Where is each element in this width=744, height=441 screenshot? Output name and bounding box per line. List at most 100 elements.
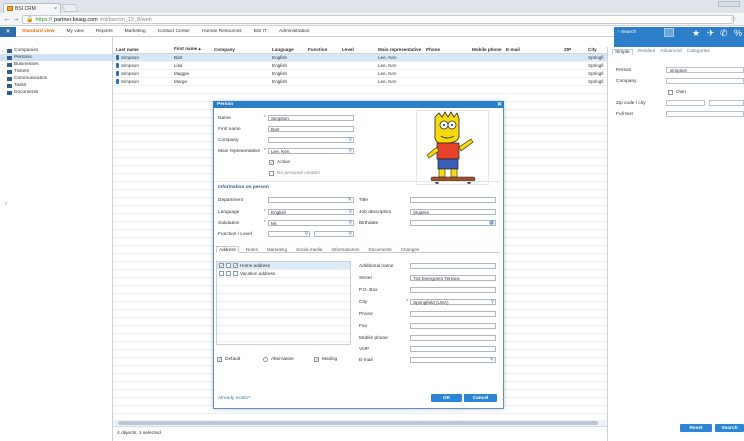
col-level[interactable]: Level	[339, 47, 375, 52]
sidebar-item-tickets[interactable]: › Tickets	[0, 68, 112, 75]
menu-bsi-it[interactable]: BSI IT	[248, 29, 273, 34]
address-checkbox[interactable]: ✓	[233, 263, 238, 268]
street-field[interactable]: 742 Evergreen Terrace	[410, 275, 496, 281]
col-main-representative[interactable]: Main representative	[375, 47, 423, 52]
search-icon[interactable]: ⚲	[348, 148, 353, 154]
edit-icon[interactable]: ✎	[348, 197, 353, 203]
address-checkbox[interactable]: ✓	[219, 263, 224, 268]
search-icon[interactable]: ⚲	[304, 231, 309, 237]
department-field[interactable]: ✎	[268, 197, 354, 203]
city-field[interactable]: Springfield (USA) ⚲	[410, 299, 496, 305]
col-phone[interactable]: Phone	[423, 47, 469, 52]
menu-marketing[interactable]: Marketing	[119, 29, 152, 34]
scrollbar-thumb[interactable]	[118, 421, 598, 425]
phone-icon[interactable]: ✆	[720, 28, 728, 39]
col-last-name[interactable]: Last name	[113, 47, 171, 52]
tab-notes[interactable]: Notes	[244, 247, 260, 252]
col-mobile-phone[interactable]: Mobile phone	[469, 47, 503, 52]
cancel-button[interactable]: Cancel	[464, 394, 497, 402]
tab-marketing[interactable]: Marketing	[265, 247, 289, 252]
tab-categories[interactable]: Categories	[687, 49, 710, 55]
tab-informationen[interactable]: Informationen	[329, 247, 361, 252]
table-row[interactable]: Simpson Bart English Lee, Ken Springfi	[113, 54, 607, 62]
level-field[interactable]: ⚲	[314, 231, 354, 237]
back-arrow-icon[interactable]: ←	[3, 15, 11, 23]
name-field[interactable]: Simpson	[268, 115, 354, 121]
tab-address[interactable]: Address	[216, 246, 239, 253]
calendar-icon[interactable]: ▦	[489, 220, 495, 226]
sidebar-item-businesses[interactable]: › Businesses	[0, 61, 112, 68]
email-field[interactable]: ✎	[410, 357, 496, 363]
expand-arrow-icon[interactable]: ›	[2, 48, 5, 53]
firstname-field[interactable]: Bart	[268, 126, 354, 132]
sidebar-item-communication[interactable]: Communication	[0, 75, 112, 82]
edit-icon[interactable]: ✎	[490, 357, 495, 363]
menu-contact-center[interactable]: Contact Center	[152, 29, 196, 34]
own-checkbox[interactable]	[668, 90, 673, 95]
tab-advanced[interactable]: Advanced	[660, 49, 681, 55]
search-fulltext-input[interactable]	[666, 111, 744, 117]
col-city[interactable]: City	[585, 47, 607, 52]
pin-icon[interactable]: ✈	[707, 28, 715, 39]
phone-field[interactable]	[410, 311, 496, 317]
search-city-input[interactable]	[709, 100, 744, 106]
salutation-field[interactable]: Mr. ⚲	[268, 220, 354, 226]
language-field[interactable]: English ⚲	[268, 209, 354, 215]
table-row[interactable]: Simpson Maggie English Lee, Ken Springfi	[113, 70, 607, 78]
col-company[interactable]: Company	[211, 47, 269, 52]
already-exists-link[interactable]: Already exists?	[218, 396, 251, 401]
title-field[interactable]	[410, 197, 496, 203]
search-icon[interactable]: ⚲	[348, 137, 353, 143]
jobdesc-field[interactable]: Student	[410, 209, 496, 215]
tab-documents[interactable]: Documents	[366, 247, 393, 252]
search-icon[interactable]: ⚲	[348, 220, 353, 226]
col-first-name[interactable]: First name ▴	[171, 46, 211, 52]
search-zip-input[interactable]	[666, 100, 705, 106]
search-icon[interactable]: ⚲	[348, 231, 353, 237]
mailing-checkbox[interactable]: ✓	[314, 357, 319, 362]
app-menu-icon[interactable]: ✕	[0, 26, 16, 37]
search-icon[interactable]: ⚲	[348, 209, 353, 215]
search-person-input[interactable]: simpson	[666, 67, 744, 73]
close-tab-icon[interactable]: ×	[54, 6, 57, 12]
expand-arrow-icon[interactable]: ›	[2, 62, 5, 67]
address-checkbox[interactable]	[226, 263, 231, 268]
window-controls[interactable]	[718, 1, 740, 7]
search-mode-button[interactable]	[664, 28, 674, 37]
menu-reports[interactable]: Reports	[90, 29, 119, 34]
expand-arrow-icon[interactable]: ›	[2, 55, 5, 60]
browser-tab[interactable]: BSI CRM ×	[3, 3, 61, 13]
addname-field[interactable]	[410, 263, 496, 269]
pobox-field[interactable]	[410, 287, 496, 293]
dialog-title-bar[interactable]: Person ✕	[213, 101, 504, 108]
company-field[interactable]: ⚲	[268, 137, 354, 143]
forward-arrow-icon[interactable]: →	[12, 15, 20, 23]
tab-detailed[interactable]: Detailed	[638, 49, 656, 55]
col-function[interactable]: Function	[305, 47, 339, 52]
expand-arrow-icon[interactable]: ›	[2, 69, 5, 74]
tab-social-media[interactable]: Social media	[294, 247, 324, 252]
sidebar-item-documents[interactable]: Documents	[0, 89, 112, 96]
address-checkbox[interactable]	[219, 271, 224, 276]
tab-simple[interactable]: Simple	[612, 49, 633, 55]
active-checkbox[interactable]: ✓	[269, 160, 274, 165]
search-company-input[interactable]	[666, 78, 744, 84]
sidebar-item-companies[interactable]: › Companies	[0, 47, 112, 54]
mainrep-field[interactable]: Lee, Ken ⚲	[268, 148, 354, 154]
table-row[interactable]: Simpson Marge English Lee, Ken Springfi	[113, 78, 607, 86]
sidebar-item-tasks[interactable]: Tasks	[0, 82, 112, 89]
reset-button[interactable]: Reset	[680, 424, 712, 432]
search-icon[interactable]: ⚲	[490, 299, 495, 305]
favorite-star-icon[interactable]: ★	[692, 28, 700, 39]
menu-human-resources[interactable]: Human Resources	[196, 29, 248, 34]
table-row[interactable]: Simpson Lisa English Lee, Ken Springfi	[113, 62, 607, 70]
col-email[interactable]: E-mail	[503, 47, 561, 52]
address-checkbox[interactable]	[226, 271, 231, 276]
bookmark-star-icon[interactable]: ☆	[730, 15, 736, 23]
fax-field[interactable]	[410, 323, 496, 329]
menu-administration[interactable]: Administration	[273, 29, 315, 34]
col-language[interactable]: Language	[269, 47, 305, 52]
link-icon[interactable]: %	[734, 28, 742, 38]
menu-standard-view[interactable]: Standard view	[16, 29, 61, 34]
address-checkbox[interactable]	[233, 271, 238, 276]
